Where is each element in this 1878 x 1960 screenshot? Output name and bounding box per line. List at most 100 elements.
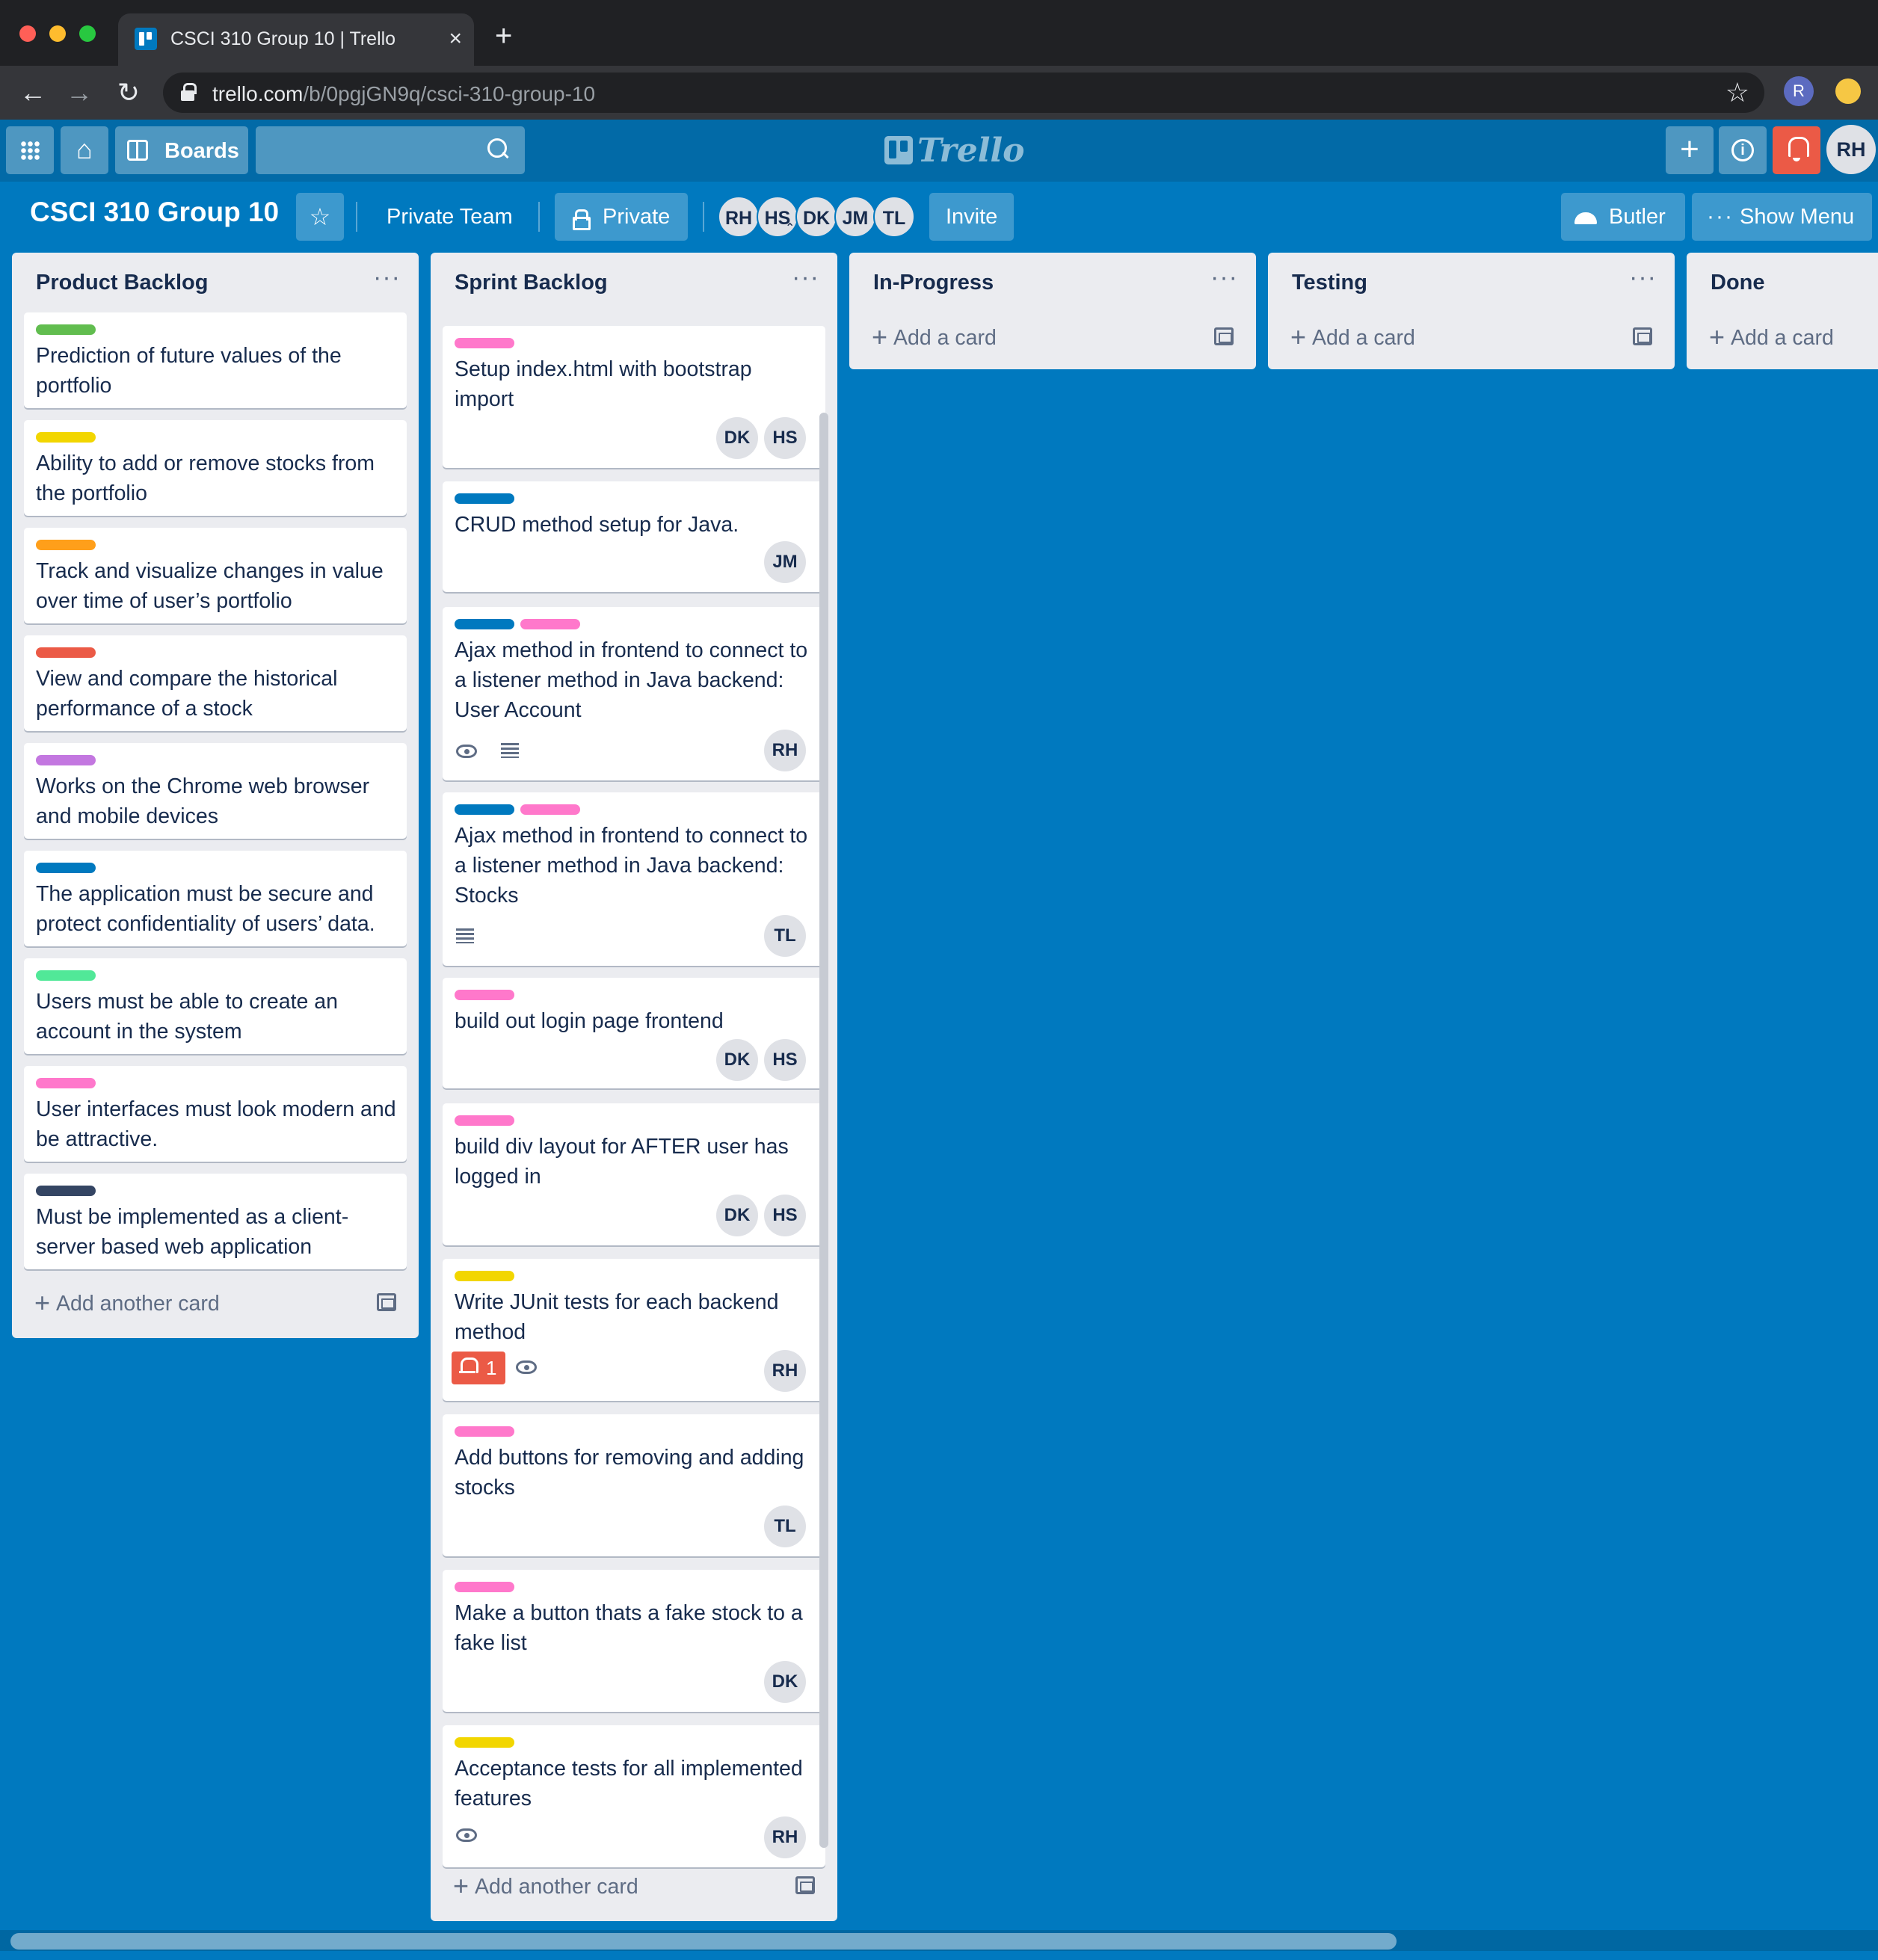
member-avatar[interactable]: JM xyxy=(834,196,876,238)
card-label[interactable] xyxy=(455,1737,514,1748)
card-label[interactable] xyxy=(455,1115,514,1126)
user-avatar[interactable]: RH xyxy=(1826,125,1876,174)
card[interactable]: Users must be able to create an account … xyxy=(24,958,407,1054)
card-member-avatar[interactable]: DK xyxy=(716,1195,758,1236)
card-label[interactable] xyxy=(36,863,96,873)
browser-profile-avatar[interactable]: R xyxy=(1784,76,1814,106)
card-member-avatar[interactable]: RH xyxy=(764,730,806,771)
card-label[interactable] xyxy=(455,804,514,815)
card[interactable]: Acceptance tests for all implemented fea… xyxy=(443,1725,825,1867)
board-title[interactable]: CSCI 310 Group 10 xyxy=(30,197,279,228)
add-card-button[interactable]: + Add another card xyxy=(453,1870,638,1902)
forward-button[interactable]: → xyxy=(61,75,97,111)
card-member-avatar[interactable]: RH xyxy=(764,1350,806,1392)
create-button[interactable]: + xyxy=(1666,126,1714,174)
card[interactable]: Prediction of future values of the portf… xyxy=(24,312,407,408)
card-member-avatar[interactable]: RH xyxy=(764,1816,806,1858)
invite-button[interactable]: Invite xyxy=(929,193,1015,241)
card-template-icon[interactable] xyxy=(377,1293,396,1311)
list-menu-icon[interactable]: ··· xyxy=(1629,263,1657,292)
card-label[interactable] xyxy=(455,990,514,1000)
card[interactable]: Ajax method in frontend to connect to a … xyxy=(443,607,825,780)
card-label[interactable] xyxy=(455,1271,514,1281)
card[interactable]: Works on the Chrome web browser and mobi… xyxy=(24,743,407,839)
team-button[interactable]: Private Team xyxy=(372,193,528,241)
card[interactable]: View and compare the historical performa… xyxy=(24,635,407,731)
card-label[interactable] xyxy=(455,338,514,348)
card-label[interactable] xyxy=(36,1186,96,1196)
list-title[interactable]: Testing xyxy=(1292,271,1367,295)
url-field[interactable]: trello.com/b/0pgjGN9q/csci-310-group-10 … xyxy=(163,73,1764,113)
list-menu-icon[interactable]: ··· xyxy=(792,263,819,292)
card-member-avatar[interactable]: DK xyxy=(764,1661,806,1703)
card[interactable]: Ability to add or remove stocks from the… xyxy=(24,420,407,516)
card-member-avatar[interactable]: DK xyxy=(716,1039,758,1081)
card[interactable]: build out login page frontend DK HS xyxy=(443,978,825,1088)
list-scrollbar[interactable] xyxy=(819,413,828,1848)
card[interactable]: CRUD method setup for Java. JM xyxy=(443,481,825,592)
card[interactable]: Ajax method in frontend to connect to a … xyxy=(443,792,825,966)
member-avatar[interactable]: TL xyxy=(873,196,915,238)
list-menu-icon[interactable]: ··· xyxy=(373,263,401,292)
card-template-icon[interactable] xyxy=(1214,327,1234,345)
list-title[interactable]: In-Progress xyxy=(873,271,994,295)
card-label[interactable] xyxy=(36,755,96,765)
card-member-avatar[interactable]: HS xyxy=(764,1195,806,1236)
back-button[interactable]: ← xyxy=(15,75,51,111)
card[interactable]: Write JUnit tests for each backend metho… xyxy=(443,1259,825,1401)
star-board-button[interactable]: ☆ xyxy=(296,193,344,241)
card-label[interactable] xyxy=(520,804,580,815)
extension-icon[interactable] xyxy=(1835,78,1861,104)
member-avatar[interactable]: DK xyxy=(795,196,837,238)
card[interactable]: Make a button thats a fake stock to a fa… xyxy=(443,1570,825,1712)
card[interactable]: User interfaces must look modern and be … xyxy=(24,1066,407,1162)
card-label[interactable] xyxy=(36,647,96,658)
list-menu-icon[interactable]: ··· xyxy=(1210,263,1238,292)
boards-button[interactable]: Boards xyxy=(115,126,248,174)
board-scrollbar-thumb[interactable] xyxy=(10,1933,1397,1950)
card-member-avatar[interactable]: TL xyxy=(764,1506,806,1547)
card-label[interactable] xyxy=(455,1426,514,1437)
browser-tab[interactable]: CSCI 310 Group 10 | Trello × xyxy=(118,13,474,66)
card-member-avatar[interactable]: HS xyxy=(764,1039,806,1081)
add-card-button[interactable]: + Add a card xyxy=(1290,321,1415,353)
minimize-window-button[interactable] xyxy=(49,25,66,42)
card-label[interactable] xyxy=(455,1582,514,1592)
new-tab-button[interactable]: + xyxy=(495,21,512,51)
card-template-icon[interactable] xyxy=(795,1876,815,1894)
due-date-badge[interactable]: 1 xyxy=(452,1352,505,1384)
card[interactable]: Must be implemented as a client-server b… xyxy=(24,1174,407,1269)
close-tab-icon[interactable]: × xyxy=(449,24,462,54)
home-button[interactable]: ⌂ xyxy=(61,126,108,174)
card-label[interactable] xyxy=(36,324,96,335)
card-member-avatar[interactable]: DK xyxy=(716,417,758,459)
card-label[interactable] xyxy=(36,970,96,981)
reload-button[interactable]: ↻ xyxy=(111,75,147,111)
card-member-avatar[interactable]: HS xyxy=(764,417,806,459)
card-label[interactable] xyxy=(36,540,96,550)
maximize-window-button[interactable] xyxy=(79,25,96,42)
card[interactable]: The application must be secure and prote… xyxy=(24,851,407,946)
add-card-button[interactable]: + Add a card xyxy=(872,321,997,353)
card-label[interactable] xyxy=(36,432,96,443)
notifications-button[interactable] xyxy=(1773,126,1820,174)
search-input[interactable] xyxy=(256,126,525,174)
info-button[interactable]: i xyxy=(1719,126,1767,174)
list-title[interactable]: Done xyxy=(1711,271,1765,295)
card[interactable]: build div layout for AFTER user has logg… xyxy=(443,1103,825,1245)
card-label[interactable] xyxy=(36,1078,96,1088)
list-title[interactable]: Sprint Backlog xyxy=(455,271,608,295)
card[interactable]: Add buttons for removing and adding stoc… xyxy=(443,1414,825,1556)
add-card-button[interactable]: + Add a card xyxy=(1709,321,1834,353)
card-member-avatar[interactable]: JM xyxy=(764,541,806,583)
card-label[interactable] xyxy=(455,493,514,504)
apps-button[interactable] xyxy=(6,126,54,174)
card[interactable]: Track and visualize changes in value ove… xyxy=(24,528,407,623)
visibility-button[interactable]: Private xyxy=(555,193,689,241)
member-avatar[interactable]: RH xyxy=(718,196,760,238)
card-label[interactable] xyxy=(520,619,580,629)
card-member-avatar[interactable]: TL xyxy=(764,915,806,957)
show-menu-button[interactable]: ··· Show Menu xyxy=(1692,193,1873,241)
card[interactable]: Setup index.html with bootstrap import D… xyxy=(443,326,825,468)
card-label[interactable] xyxy=(455,619,514,629)
